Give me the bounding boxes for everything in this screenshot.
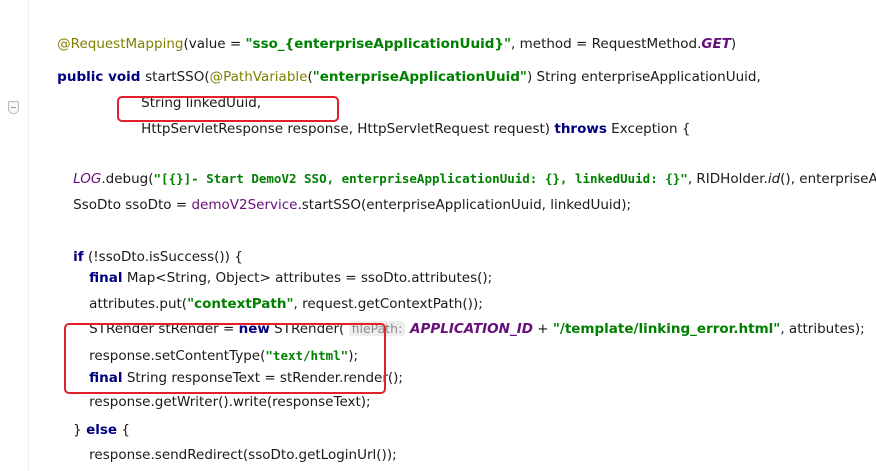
code-line-9: attributes.put("contextPath", request.ge…: [72, 274, 483, 312]
editor-gutter: [0, 0, 29, 471]
code-text: +: [532, 321, 553, 337]
code-line-14: } else {: [56, 400, 130, 438]
code-line-2: public void startSSO(@PathVariable("ente…: [40, 47, 761, 85]
code-line-10: STRender stRender = new STRender( filePa…: [72, 299, 865, 337]
code-line-5: LOG.debug("[{}]- Start DemoV2 SSO, enter…: [56, 149, 876, 187]
code-line-8: final Map<String, Object> attributes = s…: [72, 248, 492, 286]
string-token: "enterpriseApplicationUuid": [312, 69, 527, 85]
code-line-6: SsoDto ssoDto = demoV2Service.startSSO(e…: [56, 175, 631, 213]
code-line-1: @RequestMapping(value = "sso_{enterprise…: [40, 14, 736, 52]
highlight-box-response-write: [64, 323, 386, 394]
keyword-token: throws: [554, 121, 607, 137]
field-token: demoV2Service: [191, 197, 298, 213]
code-text: response.getWriter().write(responseText)…: [89, 394, 371, 410]
fold-icon[interactable]: [8, 101, 19, 114]
code-text: SsoDto ssoDto =: [73, 197, 192, 213]
code-line-7: if (!ssoDto.isSuccess()) {: [56, 227, 243, 265]
code-text: HttpServletResponse response,: [141, 121, 353, 137]
code-text: .startSSO(enterpriseApplicationUuid, lin…: [297, 197, 632, 213]
code-text: ) String enterpriseApplicationUuid,: [526, 69, 761, 85]
code-text: , RIDHolder.: [687, 171, 768, 187]
code-text: Exception {: [606, 121, 691, 137]
method-token: id: [767, 171, 781, 187]
code-text: HttpServletRequest request): [352, 121, 555, 137]
code-editor[interactable]: @RequestMapping(value = "sso_{enterprise…: [0, 0, 876, 471]
code-line-3: String linkedUuid,: [124, 73, 261, 111]
code-text: response.sendRedirect(ssoDto.getLoginUrl…: [89, 447, 397, 463]
constant-token: APPLICATION_ID: [405, 321, 533, 337]
code-line-15: response.sendRedirect(ssoDto.getLoginUrl…: [72, 425, 396, 463]
code-text: , attributes);: [780, 321, 865, 337]
code-text: (), enterpriseApp: [780, 171, 876, 187]
string-token: "/template/linking_error.html": [552, 321, 781, 337]
highlight-box-response-param: [117, 96, 339, 122]
code-line-16: }: [56, 449, 82, 469]
